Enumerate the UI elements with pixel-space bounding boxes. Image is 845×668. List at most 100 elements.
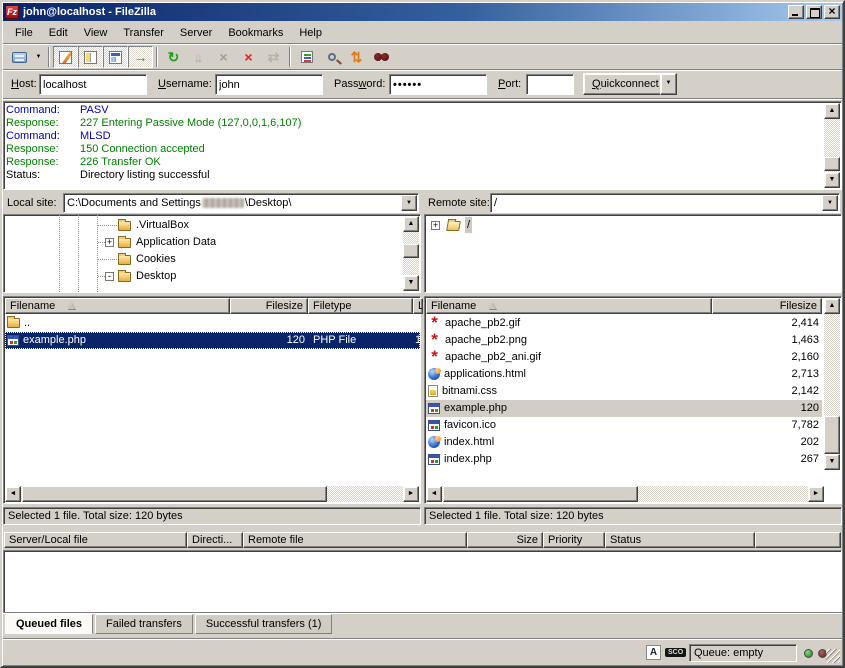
local-site-combo-arrow[interactable] [401,195,417,211]
scrollbar-thumb[interactable] [443,486,638,502]
separator [3,612,842,613]
separator [3,43,842,44]
php-file-icon [428,454,440,465]
close-button[interactable] [824,5,840,19]
scroll-right-button[interactable] [403,486,419,502]
scroll-right-button[interactable] [808,486,824,502]
expand-icon[interactable]: + [105,238,114,247]
resize-grip[interactable] [826,649,840,663]
file-row-applications-html[interactable]: applications.html2,713 [426,366,822,383]
file-row-apache-pb2-png[interactable]: *apache_pb2.png1,463 [426,332,822,349]
file-row-apache-pb2-gif[interactable]: *apache_pb2.gif2,414 [426,315,822,332]
open-site-manager-dropdown[interactable] [32,46,45,68]
file-row-index-php[interactable]: index.php267 [426,451,822,468]
remote-vscrollbar[interactable] [824,298,840,470]
file-row-bitnami-css[interactable]: bitnami.css2,142 [426,383,822,400]
quickconnect-dropdown[interactable]: ▼ [660,73,677,95]
scroll-up-button[interactable] [824,298,840,314]
synchronized-browsing-button[interactable]: ⇅ [344,46,369,68]
find-files-button[interactable] [369,46,394,68]
menu-item-file[interactable]: File [7,25,41,41]
quickconnect-button[interactable]: Quickconnect [583,73,668,95]
scrollbar-thumb[interactable] [22,486,327,502]
tree-item-application-data[interactable]: +Application Data [4,234,402,251]
scroll-left-button[interactable] [5,486,21,502]
remote-hscrollbar[interactable] [426,486,824,502]
queue-column-server-local-file[interactable]: Server/Local file [4,532,187,548]
quickconnect-bar: Host: Username: Password: Port: Quickcon… [3,71,842,98]
maximize-button[interactable] [806,5,822,19]
column-header-filesize[interactable]: Filesize [712,298,822,314]
encryption-status-icon: SCO [665,648,686,657]
file-row-favicon-ico[interactable]: favicon.ico7,782 [426,417,822,434]
menu-item-server[interactable]: Server [172,25,220,41]
file-row-apache-pb2-ani-gif[interactable]: *apache_pb2_ani.gif2,160 [426,349,822,366]
queue-column-size[interactable]: Size [467,532,543,548]
file-row-example-php[interactable]: example.php120PHP File1 [5,332,420,349]
menu-item-edit[interactable]: Edit [41,25,76,41]
column-header-filename[interactable]: Filename [5,298,230,314]
refresh-file-lists-button[interactable]: ↻ [161,46,186,68]
menu-item-view[interactable]: View [76,25,116,41]
folder-icon [118,255,131,265]
tab-queued-files[interactable]: Queued files [5,614,93,634]
file-row-index-html[interactable]: index.html202 [426,434,822,451]
scrollbar-thumb[interactable] [824,157,840,171]
toggle-local-treeview-button[interactable] [78,46,103,68]
ascii-data-type-icon: A [646,645,661,660]
tab-failed-transfers[interactable]: Failed transfers [95,614,193,634]
message-log-scrollbar[interactable] [824,103,840,188]
tab-successful-transfers-1[interactable]: Successful transfers (1) [195,614,333,634]
queue-column-priority[interactable]: Priority [543,532,605,548]
scrollbar-thumb[interactable] [403,244,419,258]
host-input[interactable] [39,74,147,95]
toggle-remote-treeview-button[interactable] [103,46,128,68]
php-file-icon [428,420,440,431]
directory-listing-filters-button[interactable] [294,46,319,68]
scroll-left-button[interactable] [426,486,442,502]
menu-item-bookmarks[interactable]: Bookmarks [220,25,291,41]
column-header-filesize[interactable]: Filesize [230,298,308,314]
title-bar[interactable]: Fz john@localhost - FileZilla [3,3,842,21]
password-input[interactable] [389,74,487,95]
scroll-down-button[interactable] [824,454,840,470]
log-line: Command:MLSD [6,130,821,143]
folder-open-icon [446,221,461,231]
local-tree-scrollbar[interactable] [403,216,419,291]
column-header-l[interactable]: L [413,298,423,314]
remote-site-combo-arrow[interactable] [822,195,838,211]
menu-item-transfer[interactable]: Transfer [115,25,172,41]
remote-site-combo[interactable]: / [490,193,840,213]
column-header-filename[interactable]: Filename [426,298,712,314]
scroll-up-button[interactable] [403,216,419,232]
menu-item-help[interactable]: Help [291,25,330,41]
apache-file-icon: * [428,319,441,327]
collapse-icon[interactable]: - [105,272,114,281]
scroll-up-button[interactable] [824,103,840,119]
local-site-combo[interactable]: C:\Documents and Settings\Desktop\ [63,193,419,213]
local-hscrollbar[interactable] [5,486,419,502]
tree-item-virtualbox[interactable]: .VirtualBox [4,217,402,234]
toggle-transfer-queue-button[interactable]: → [128,46,153,68]
file-row-item[interactable]: .. [5,315,420,332]
toggle-message-log-button[interactable] [53,46,78,68]
tree-item-desktop[interactable]: -Desktop [4,268,402,285]
scroll-down-button[interactable] [824,172,840,188]
file-row-example-php[interactable]: example.php120 [426,400,822,417]
port-input[interactable] [526,74,574,95]
scroll-down-button[interactable] [403,275,419,291]
disconnect-button[interactable]: × [236,46,261,68]
directory-comparison-button[interactable] [319,46,344,68]
scrollbar-thumb[interactable] [824,416,840,454]
column-header-filetype[interactable]: Filetype [308,298,413,314]
username-input[interactable] [215,74,323,95]
open-site-manager-button[interactable] [7,46,32,68]
queue-column-directi[interactable]: Directi... [187,532,243,548]
expand-icon[interactable]: + [431,221,440,230]
minimize-button[interactable] [788,5,804,19]
separator [3,98,842,99]
tree-item-root[interactable]: +/ [425,217,823,234]
queue-column-remote-file[interactable]: Remote file [243,532,467,548]
tree-item-cookies[interactable]: Cookies [4,251,402,268]
queue-column-status[interactable]: Status [605,532,755,548]
